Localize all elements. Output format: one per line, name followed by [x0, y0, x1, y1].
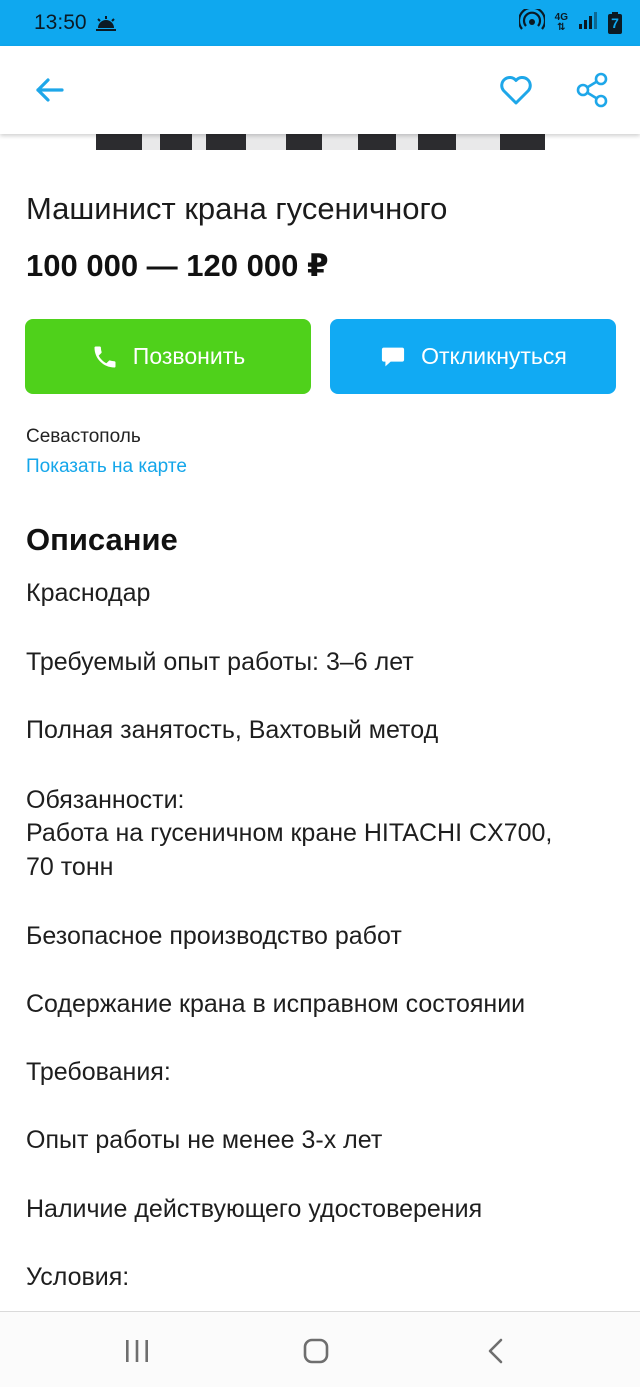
description-line: Условия: — [26, 1263, 130, 1291]
network-indicator: 4G ⇅ — [555, 13, 568, 33]
status-bar: 13:50 4G ⇅ 7 — [0, 0, 640, 46]
signal-icon — [578, 11, 598, 35]
reply-button-label: Откликнуться — [421, 343, 567, 369]
vacancy-title: Машинист крана гусеничного — [26, 191, 448, 226]
description-line: 70 тонн — [26, 853, 114, 881]
city-label: Севастополь — [26, 426, 141, 447]
description-heading: Описание — [26, 522, 178, 557]
back-icon[interactable] — [482, 1336, 512, 1366]
home-icon[interactable] — [301, 1336, 331, 1366]
description-line: Безопасное производство работ — [26, 922, 402, 950]
phone-icon — [91, 343, 119, 371]
reply-button[interactable]: Откликнуться — [330, 319, 616, 394]
description-line: Краснодар — [26, 579, 151, 607]
call-button[interactable]: Позвонить — [25, 319, 311, 394]
weather-icon — [95, 15, 117, 31]
battery-icon: 7 — [608, 12, 622, 34]
system-nav-bar — [0, 1312, 640, 1387]
description-line: Содержание крана в исправном состоянии — [26, 990, 526, 1018]
heart-icon[interactable] — [498, 72, 534, 108]
description-line: Опыт работы не менее 3-х лет — [26, 1126, 383, 1154]
salary-range: 100 000 — 120 000 ₽ — [26, 248, 329, 283]
description-line: Требования: — [26, 1058, 171, 1086]
vacancy-photo[interactable] — [96, 134, 545, 150]
back-arrow-icon[interactable] — [32, 72, 68, 108]
battery-level: 7 — [611, 15, 619, 31]
status-time: 13:50 — [34, 11, 87, 34]
description-line: Наличие действующего удостоверения — [26, 1195, 483, 1223]
data-arrows-icon: ⇅ — [557, 22, 566, 33]
description-line: Требуемый опыт работы: 3–6 лет — [26, 648, 414, 676]
app-bar — [0, 46, 640, 134]
description-line: Обязанности: — [26, 786, 185, 814]
show-on-map-link[interactable]: Показать на карте — [26, 456, 187, 478]
recent-apps-icon[interactable] — [122, 1336, 152, 1366]
description-line: Полная занятость, Вахтовый метод — [26, 716, 439, 744]
status-icons: 4G ⇅ 7 — [517, 6, 622, 37]
chat-bubble-icon — [379, 343, 407, 371]
description-line: Работа на гусеничном кране HITACHI CX700… — [26, 819, 553, 847]
share-icon[interactable] — [574, 72, 610, 108]
hotspot-icon — [517, 6, 546, 37]
call-button-label: Позвонить — [132, 343, 246, 369]
